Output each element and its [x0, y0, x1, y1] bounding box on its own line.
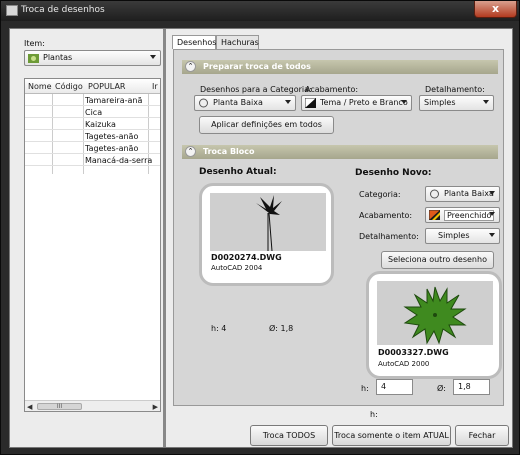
leafy-plant-icon [403, 286, 467, 345]
fechar-button[interactable]: Fechar [455, 425, 509, 446]
row-popular: Kaizuka [85, 120, 116, 129]
circle-symbol-icon [199, 98, 208, 108]
row-popular: Tagetes-anão [85, 144, 139, 153]
novo-detalhamento-label: Detalhamento: [359, 232, 419, 241]
table-row[interactable]: Cica [25, 107, 160, 118]
collapse-icon[interactable]: ⌃ [185, 61, 196, 72]
desenho-atual-label: Desenho Atual: [199, 167, 277, 177]
novo-acabamento-value: Preenchido [444, 210, 495, 221]
chevron-down-icon [483, 100, 489, 104]
current-drawing-card[interactable]: D0020274.DWG AutoCAD 2004 [199, 183, 334, 286]
items-grid: Nome Código POPULAR Ir Tamareira-anã Cic… [24, 78, 161, 412]
col-extra[interactable]: Ir [152, 82, 158, 91]
close-button[interactable]: x [474, 1, 517, 18]
categoria-label: Desenhos para a Categoria: [200, 85, 312, 94]
new-file-version: AutoCAD 2000 [378, 360, 430, 368]
horizontal-scrollbar[interactable]: ◀ III ▶ [25, 400, 160, 411]
table-row[interactable]: Manacá-da-serra [25, 155, 160, 166]
item-panel: Item: Plantas Nome Código POPULAR Ir Tam… [17, 38, 161, 414]
filled-theme-icon [429, 210, 440, 220]
current-drawing-preview [210, 193, 326, 252]
dialog-window: Troca de desenhos x Item: Plantas Nome C… [0, 0, 520, 455]
diameter-input-value: 1,8 [458, 382, 471, 391]
table-row[interactable]: Tagetes-anão [25, 143, 160, 154]
window-title: Troca de desenhos [21, 5, 105, 15]
detalhamento-combo[interactable]: Simples [419, 95, 494, 111]
new-drawing-preview [377, 281, 493, 345]
table-row[interactable]: Kaizuka [25, 119, 160, 130]
grid-header: Nome Código POPULAR Ir [25, 79, 160, 94]
novo-detalhamento-value: Simples [438, 231, 470, 240]
novo-acabamento-label: Acabamento: [359, 211, 413, 220]
acabamento-label: Acabamento: [305, 85, 359, 94]
novo-categoria-label: Categoria: [359, 190, 401, 199]
chevron-down-icon [489, 233, 495, 237]
current-height: h: 4 [211, 324, 227, 333]
categoria-value: Planta Baixa [213, 98, 263, 107]
current-diameter: Ø: 1,8 [269, 324, 294, 333]
height-input-value: 4 [381, 382, 387, 391]
bw-theme-icon [305, 98, 316, 108]
desenho-novo-label: Desenho Novo: [355, 168, 432, 178]
desenhos-panel: ⌃ Preparar troca de todos Desenhos para … [173, 49, 504, 419]
chevron-down-icon [150, 55, 156, 59]
palm-tree-icon [256, 195, 282, 252]
circle-symbol-icon [430, 189, 439, 199]
detalhamento-label: Detalhamento: [425, 85, 485, 94]
troca-todos-button[interactable]: Troca TODOS [250, 425, 328, 446]
tab-desenhos[interactable]: Desenhos [172, 35, 216, 49]
diameter-label: Ø: [437, 384, 446, 393]
title-bar[interactable]: Troca de desenhos x [1, 1, 519, 21]
scroll-left-icon[interactable]: ◀ [27, 403, 32, 411]
acabamento-value: Tema / Preto e Branco [320, 98, 408, 107]
tab-hachuras[interactable]: Hachuras [216, 35, 259, 49]
col-popular[interactable]: POPULAR [88, 82, 125, 91]
detalhamento-value: Simples [424, 98, 456, 107]
chevron-down-icon [489, 212, 495, 216]
col-nome[interactable]: Nome [28, 82, 52, 91]
novo-categoria-value: Planta Baixa [444, 189, 494, 198]
row-popular: Tagetes-anão [85, 132, 139, 141]
scroll-thumb[interactable]: III [37, 403, 82, 410]
apply-all-button[interactable]: Aplicar definições em todos [199, 116, 334, 134]
section-troca-bloco[interactable]: ⌃ Troca Bloco [182, 145, 498, 159]
novo-detalhamento-combo[interactable]: Simples [425, 228, 500, 244]
chevron-down-icon [401, 100, 407, 104]
new-file-name: D0003327.DWG [378, 348, 449, 357]
item-label: Item: [24, 39, 45, 48]
acabamento-combo[interactable]: Tema / Preto e Branco [301, 95, 412, 111]
col-codigo[interactable]: Código [55, 82, 83, 91]
h-label: h: [361, 384, 369, 393]
row-popular: Cica [85, 108, 103, 117]
current-file-name: D0020274.DWG [211, 253, 282, 262]
item-combo-value: Plantas [43, 53, 73, 62]
diameter-input[interactable]: 1,8 [453, 379, 490, 395]
scroll-right-icon[interactable]: ▶ [153, 403, 158, 411]
novo-categoria-combo[interactable]: Planta Baixa [425, 186, 500, 202]
panel-splitter[interactable] [163, 29, 166, 447]
section-title: Troca Bloco [203, 147, 255, 156]
table-row[interactable]: Tamareira-anã [25, 95, 160, 106]
select-other-drawing-button[interactable]: Seleciona outro desenho [381, 251, 494, 269]
plant-folder-icon [28, 54, 39, 63]
row-popular: Tamareira-anã [85, 96, 143, 105]
chevron-down-icon [285, 100, 291, 104]
h-label: h: [370, 410, 378, 419]
current-file-version: AutoCAD 2004 [211, 264, 263, 272]
item-combo[interactable]: Plantas [24, 50, 161, 66]
row-popular: Manacá-da-serra [85, 156, 153, 165]
section-title: Preparar troca de todos [203, 62, 311, 71]
height-input[interactable]: 4 [376, 379, 413, 395]
new-drawing-card[interactable]: D0003327.DWG AutoCAD 2000 [366, 271, 502, 379]
client-area: Item: Plantas Nome Código POPULAR Ir Tam… [9, 28, 513, 448]
app-icon [6, 5, 18, 16]
collapse-icon[interactable]: ⌃ [185, 146, 196, 157]
categoria-combo[interactable]: Planta Baixa [194, 95, 296, 111]
troca-atual-button[interactable]: Troca somente o item ATUAL [332, 425, 451, 446]
chevron-down-icon [489, 191, 495, 195]
novo-acabamento-combo[interactable]: Preenchido [425, 207, 500, 223]
table-row[interactable]: Tagetes-anão [25, 131, 160, 142]
section-preparar[interactable]: ⌃ Preparar troca de todos [182, 60, 498, 74]
